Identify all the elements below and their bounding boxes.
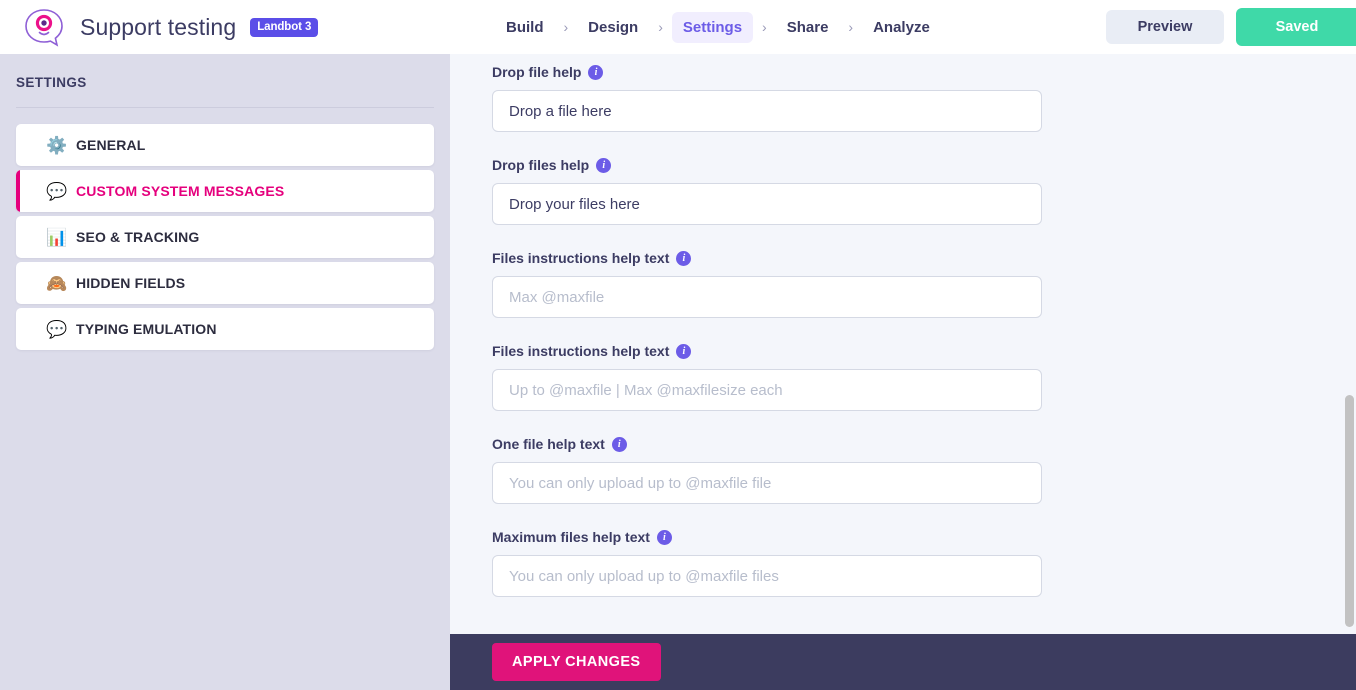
field-label: Drop file help	[492, 64, 582, 80]
see-no-evil-monkey-icon: 🙈	[46, 273, 68, 293]
nav-item-build[interactable]: Build	[495, 12, 555, 43]
sidebar-item-label: SEO & TRACKING	[76, 229, 200, 245]
field-label: Maximum files help text	[492, 529, 650, 545]
gear-icon: ⚙️	[46, 135, 68, 155]
field-drop-file-help: Drop file help i	[492, 64, 1350, 132]
drop-file-help-input[interactable]	[492, 90, 1042, 132]
speech-balloon-icon: 💬	[46, 319, 68, 339]
field-label-row: Drop file help i	[492, 64, 1350, 80]
sidebar-item-label: HIDDEN FIELDS	[76, 275, 186, 291]
nav-item-design[interactable]: Design	[577, 12, 649, 43]
field-label: Drop files help	[492, 157, 590, 173]
settings-form-panel: Drop file help i Drop files help i Files…	[450, 54, 1356, 634]
chevron-right-icon: ›	[848, 19, 854, 35]
content-scrollbar[interactable]	[1343, 54, 1356, 634]
field-label: Files instructions help text	[492, 250, 670, 266]
field-maximum-files-help-text: Maximum files help text i	[492, 529, 1350, 597]
nav-item-share[interactable]: Share	[776, 12, 840, 43]
header-actions: Preview Saved	[1106, 0, 1356, 54]
nav-item-settings[interactable]: Settings	[671, 11, 754, 43]
footer-action-bar: APPLY CHANGES	[450, 634, 1356, 690]
apply-changes-button[interactable]: APPLY CHANGES	[492, 643, 661, 681]
info-icon[interactable]: i	[588, 64, 604, 80]
sidebar-item-label: CUSTOM SYSTEM MESSAGES	[76, 183, 285, 199]
breadcrumb: Build › Design › Settings › Share › Anal…	[495, 0, 941, 54]
scrollbar-thumb[interactable]	[1345, 395, 1354, 627]
sidebar-item-hidden-fields[interactable]: 🙈 HIDDEN FIELDS	[16, 262, 434, 304]
nav-item-analyze[interactable]: Analyze	[862, 12, 941, 43]
sidebar-item-seo-and-tracking[interactable]: 📊 SEO & TRACKING	[16, 216, 434, 258]
files-instructions-help-text-input-2[interactable]	[492, 369, 1042, 411]
landbot-chat-logo-icon	[25, 9, 63, 47]
field-drop-files-help: Drop files help i	[492, 157, 1350, 225]
sidebar-divider	[16, 107, 434, 108]
bar-chart-icon: 📊	[46, 227, 68, 247]
info-icon[interactable]: i	[611, 436, 627, 452]
chevron-right-icon: ›	[658, 19, 663, 35]
field-label-row: Maximum files help text i	[492, 529, 1350, 545]
chevron-right-icon: ›	[762, 19, 767, 35]
field-label: One file help text	[492, 436, 605, 452]
sidebar-item-label: TYPING EMULATION	[76, 321, 217, 337]
one-file-help-text-input[interactable]	[492, 462, 1042, 504]
speech-balloon-icon: 💬	[46, 181, 68, 201]
settings-sidebar: SETTINGS ⚙️ GENERAL 💬 CUSTOM SYSTEM MESS…	[0, 54, 450, 690]
preview-button[interactable]: Preview	[1106, 10, 1224, 44]
drop-files-help-input[interactable]	[492, 183, 1042, 225]
field-files-instructions-help-text-1: Files instructions help text i	[492, 250, 1350, 318]
field-label: Files instructions help text	[492, 343, 670, 359]
top-header: Support testing Landbot 3 Build › Design…	[0, 0, 1356, 54]
sidebar-heading: SETTINGS	[16, 75, 87, 90]
files-instructions-help-text-input-1[interactable]	[492, 276, 1042, 318]
settings-page: Support testing Landbot 3 Build › Design…	[0, 0, 1356, 690]
saved-button[interactable]: Saved	[1236, 8, 1356, 46]
page-title: Support testing	[80, 13, 237, 40]
brand: Support testing Landbot 3	[0, 5, 319, 49]
field-label-row: Drop files help i	[492, 157, 1350, 173]
maximum-files-help-text-input[interactable]	[492, 555, 1042, 597]
field-one-file-help-text: One file help text i	[492, 436, 1350, 504]
info-icon[interactable]: i	[596, 157, 612, 173]
field-files-instructions-help-text-2: Files instructions help text i	[492, 343, 1350, 411]
version-badge: Landbot 3	[250, 17, 319, 37]
sidebar-item-custom-system-messages[interactable]: 💬 CUSTOM SYSTEM MESSAGES	[16, 170, 434, 212]
field-label-row: One file help text i	[492, 436, 1350, 452]
field-label-row: Files instructions help text i	[492, 250, 1350, 266]
settings-form: Drop file help i Drop files help i Files…	[450, 54, 1350, 597]
info-icon[interactable]: i	[676, 250, 692, 266]
info-icon[interactable]: i	[656, 529, 672, 545]
chevron-right-icon: ›	[563, 19, 569, 35]
sidebar-item-general[interactable]: ⚙️ GENERAL	[16, 124, 434, 166]
field-label-row: Files instructions help text i	[492, 343, 1350, 359]
sidebar-item-typing-emulation[interactable]: 💬 TYPING EMULATION	[16, 308, 434, 350]
sidebar-item-label: GENERAL	[76, 137, 146, 153]
info-icon[interactable]: i	[676, 343, 692, 359]
